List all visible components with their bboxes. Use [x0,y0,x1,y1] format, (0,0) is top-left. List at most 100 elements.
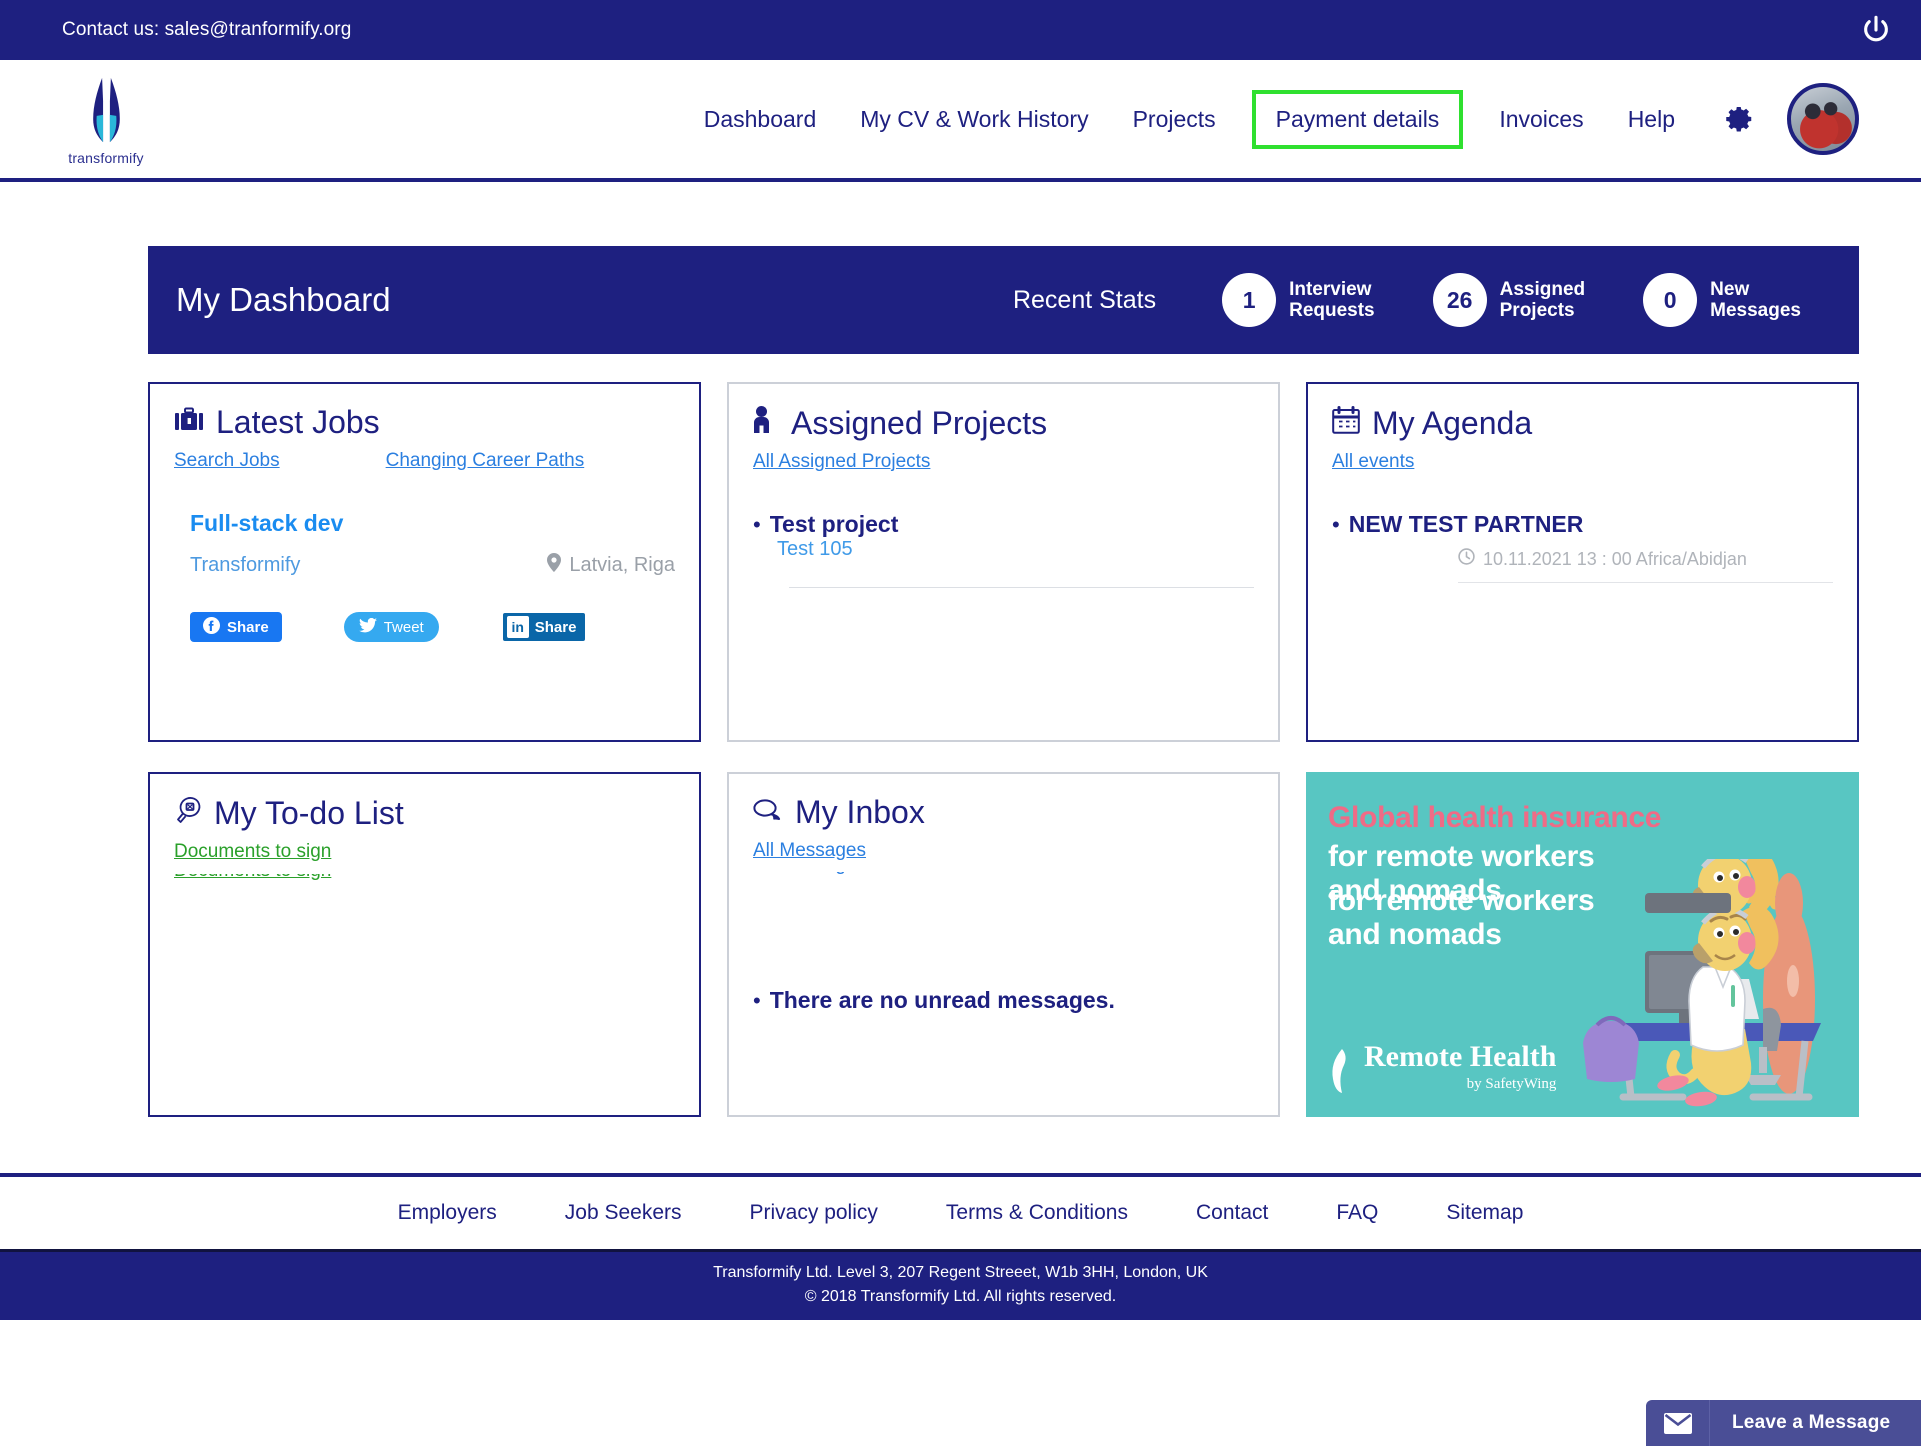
bullet-icon: • [753,512,761,537]
card-title-text: My Agenda [1372,404,1533,441]
bullet-icon: • [753,988,761,1013]
card-my-inbox: My Inbox All Messages All Messages • The… [727,772,1280,1117]
logo-text: transformify [68,150,144,166]
stat-new-messages[interactable]: 0 New Messages [1643,273,1801,327]
footer-address: Transformify Ltd. Level 3, 207 Regent St… [713,1264,1208,1281]
link-all-assigned-projects[interactable]: All Assigned Projects [753,451,930,473]
card-title-text: My Inbox [795,794,925,830]
link-documents-to-sign[interactable]: Documents to sign [174,841,331,863]
link-search-jobs[interactable]: Search Jobs [174,450,280,472]
ad-banner-remote-health[interactable]: Global health insurance for remote worke… [1306,772,1859,1117]
stat-label: New Messages [1710,279,1801,322]
card-title-my-inbox: My Inbox [753,796,1254,828]
stat-value: 0 [1643,273,1698,327]
nav-item-help[interactable]: Help [1606,92,1697,147]
my-todo-links: Documents to sign [174,841,675,863]
facebook-share-button[interactable]: Share [190,612,282,642]
card-title-my-agenda: My Agenda [1332,406,1833,439]
gear-icon[interactable] [1697,104,1787,134]
main-nav: Dashboard My CV & Work History Projects … [682,83,1921,155]
card-title-text: My To-do List [214,794,404,831]
footer-link-employers[interactable]: Employers [364,1201,531,1225]
twitter-tweet-button[interactable]: Tweet [343,612,439,642]
footer-copyright: © 2018 Transformify Ltd. All rights rese… [804,1288,1117,1305]
assigned-project-name[interactable]: Test project [770,511,899,538]
my-inbox-links: All Messages [753,840,1254,862]
footer-link-sitemap[interactable]: Sitemap [1412,1201,1557,1225]
agenda-event-name[interactable]: NEW TEST PARTNER [1349,511,1584,538]
job-title[interactable]: Full-stack dev [190,510,675,537]
stat-label-line1: New [1710,278,1750,300]
all-messages-ghost-row: All Messages [753,872,993,880]
card-title-latest-jobs: Latest Jobs [174,406,675,438]
latest-jobs-links: Search Jobs Changing Career Paths [174,450,675,472]
nav-item-my-cv-work-history[interactable]: My CV & Work History [838,92,1110,147]
job-company[interactable]: Transformify [190,554,300,577]
my-agenda-links: All events [1332,451,1833,473]
link-all-messages[interactable]: All Messages [753,840,866,862]
footer-link-terms-conditions[interactable]: Terms & Conditions [912,1201,1162,1225]
power-icon[interactable] [1859,13,1893,47]
job-meta: Transformify Latvia, Riga [190,553,675,578]
card-my-agenda: My Agenda All events • NEW TEST PARTNER … [1306,382,1859,742]
leave-a-message-widget[interactable]: Leave a Message [1646,1400,1921,1446]
logo[interactable]: transformify [58,72,154,166]
link-changing-career-paths[interactable]: Changing Career Paths [386,450,585,472]
top-contact-bar: Contact us: sales@tranformify.org [0,0,1921,60]
footer-link-faq[interactable]: FAQ [1302,1201,1412,1225]
stat-value: 1 [1222,273,1277,327]
social-share-row: Share Tweet in Share [190,612,675,642]
assigned-project-sub[interactable]: Test 105 [777,538,853,560]
footer-link-privacy-policy[interactable]: Privacy policy [716,1201,912,1225]
avatar[interactable] [1787,83,1859,155]
card-title-my-todo-list: My To-do List [174,796,675,829]
divider [789,587,1254,588]
twitter-icon [358,617,377,637]
stat-label: Assigned Projects [1500,279,1586,322]
dashboard-banner: My Dashboard Recent Stats 1 Interview Re… [148,246,1859,354]
page-title: My Dashboard [176,281,391,318]
footer-nav: Employers Job Seekers Privacy policy Ter… [0,1177,1921,1249]
link-all-events[interactable]: All events [1332,451,1414,473]
envelope-icon [1646,1400,1710,1446]
stat-interview-requests[interactable]: 1 Interview Requests [1222,273,1375,327]
recent-stats-label: Recent Stats [1012,285,1157,314]
ad-headline: Global health insurance [1328,801,1662,834]
inbox-empty-state: • There are no unread messages. [753,987,1254,1014]
stat-label-line2: Projects [1499,300,1575,321]
nav-item-invoices[interactable]: Invoices [1477,92,1605,147]
recent-stats: Recent Stats 1 Interview Requests 26 Ass… [1013,273,1859,327]
job-location-text: Latvia, Riga [569,554,675,576]
facebook-share-label: Share [227,618,269,636]
ad-brand-name: Remote Health [1364,1040,1557,1073]
nav-item-dashboard[interactable]: Dashboard [682,92,839,147]
footer-link-contact[interactable]: Contact [1162,1201,1302,1225]
link-all-messages-ghost[interactable]: All Messages [753,872,993,876]
todo-icon [174,796,202,829]
assigned-project-item: • Test project [753,511,1254,538]
twitter-tweet-label: Tweet [383,618,424,636]
assigned-projects-links: All Assigned Projects [753,451,1254,473]
nav-item-payment-details[interactable]: Payment details [1251,89,1464,149]
safetywing-mark-icon [1332,1049,1346,1093]
agenda-event-time-text: 10.11.2021 13 : 00 Africa/Abidjan [1483,548,1747,569]
nav-item-projects[interactable]: Projects [1111,92,1238,147]
card-title-text: Assigned Projects [791,404,1048,441]
stat-label-line1: Assigned [1499,278,1586,300]
footer-legal-bar: Transformify Ltd. Level 3, 207 Regent St… [0,1249,1921,1320]
linkedin-share-button[interactable]: in Share [502,613,586,641]
briefcase-icon [174,406,204,438]
job-location: Latvia, Riga [547,553,675,578]
documents-to-sign-ghost-row: Documents to sign [174,874,474,888]
person-icon [753,406,779,439]
stat-assigned-projects[interactable]: 26 Assigned Projects [1432,273,1586,327]
ad-illustration [1583,859,1821,1107]
agenda-event-item: • NEW TEST PARTNER [1332,511,1833,538]
facebook-icon [203,616,220,638]
stat-value: 26 [1432,273,1487,327]
footer-link-job-seekers[interactable]: Job Seekers [531,1201,716,1225]
linkedin-icon: in [506,616,529,638]
ad-brand-by: by SafetyWing [1466,1076,1557,1092]
link-documents-to-sign-ghost[interactable]: Documents to sign [174,874,474,882]
